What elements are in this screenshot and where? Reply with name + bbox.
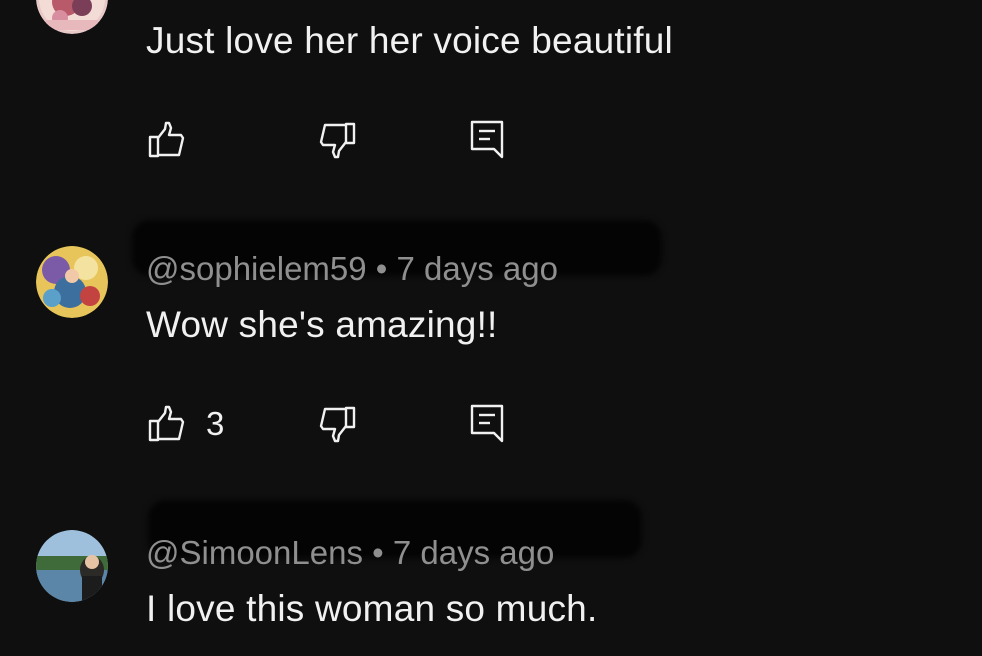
meta-separator: • — [372, 534, 384, 571]
like-count: 3 — [206, 405, 225, 442]
reply-button[interactable] — [468, 118, 506, 162]
thumbs-up-icon — [146, 403, 188, 445]
reply-comment-icon — [468, 119, 506, 161]
comment-text: I love this woman so much. — [146, 588, 598, 629]
comment-actions — [146, 118, 546, 162]
comment-age: 7 days ago — [396, 250, 558, 287]
comment-author[interactable]: @sophielem59 — [146, 250, 367, 287]
thumbs-down-icon — [316, 403, 358, 445]
dislike-button[interactable] — [316, 402, 358, 446]
like-button[interactable]: 3 — [146, 402, 224, 446]
comment-text: Wow she's amazing!! — [146, 304, 498, 345]
reply-button[interactable] — [468, 402, 506, 446]
dislike-button[interactable] — [316, 118, 358, 162]
thumbs-up-icon — [146, 119, 188, 161]
comment-item: @sophielem59 • 7 days ago Wow she's amaz… — [0, 220, 982, 490]
comment-text: Just love her her voice beautiful — [146, 20, 673, 61]
commenter-avatar[interactable] — [36, 530, 108, 602]
like-button[interactable] — [146, 118, 188, 162]
commenter-avatar[interactable] — [36, 0, 108, 34]
meta-separator: • — [375, 250, 388, 287]
comment-item: @SimoonLens • 7 days ago I love this wom… — [0, 500, 982, 656]
comment-meta: @sophielem59 • 7 days ago — [146, 250, 558, 288]
comment-item: Just love her her voice beautiful — [0, 0, 982, 200]
comment-meta: @SimoonLens • 7 days ago — [146, 534, 554, 572]
comment-age: 7 days ago — [392, 534, 555, 571]
comment-actions: 3 — [146, 402, 546, 446]
comment-author[interactable]: @SimoonLens — [146, 534, 363, 571]
thumbs-down-icon — [316, 119, 358, 161]
reply-comment-icon — [468, 403, 506, 445]
commenter-avatar[interactable] — [36, 246, 108, 318]
